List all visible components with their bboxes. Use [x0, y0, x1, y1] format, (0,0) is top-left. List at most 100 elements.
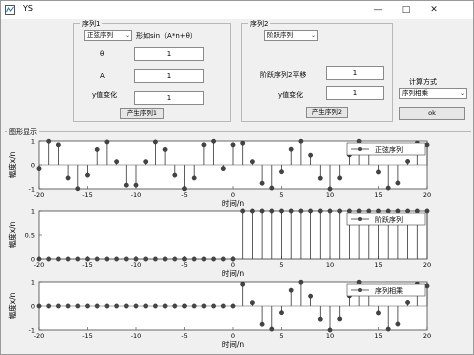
stem-marker [279, 169, 284, 175]
stem-marker [240, 281, 246, 287]
stem-marker [259, 208, 265, 214]
stem-marker [308, 293, 313, 299]
x-tick-label: 5 [279, 261, 283, 269]
x-tick-label: -10 [131, 332, 142, 340]
x-tick-label: -20 [34, 191, 45, 199]
stem-marker [298, 208, 304, 214]
stem-marker [385, 208, 391, 214]
stem-marker [46, 138, 52, 144]
stem-marker [424, 142, 430, 148]
stem-marker [288, 146, 294, 152]
x-tick-label: 20 [423, 332, 431, 340]
theta-label: θ [100, 50, 105, 58]
stem-marker [279, 310, 284, 316]
y-tick-label: 1 [31, 279, 35, 287]
seq2-y-label: y值变化 [278, 91, 304, 99]
stem-marker [376, 169, 381, 175]
close-icon[interactable]: ✕ [421, 2, 447, 18]
shift-field[interactable]: 1 [326, 66, 384, 80]
stem-marker [308, 152, 313, 158]
x-tick-label: 0 [231, 261, 235, 269]
seq2-type-select[interactable]: 阶跃序列 ⌄ [264, 30, 318, 41]
x-tick-label: -20 [34, 261, 45, 269]
stem-marker [230, 142, 236, 148]
seq1-type-value: 正弦序列 [87, 31, 113, 39]
generate-seq2-button[interactable]: 产生序列2 [306, 107, 348, 118]
stem-marker [424, 283, 430, 289]
generate-seq1-button[interactable]: 产生序列1 [120, 108, 164, 119]
y-axis-label: 幅度x/n [7, 292, 17, 319]
y-axis-label: 幅度x/n [7, 221, 17, 248]
stem-marker [288, 287, 294, 293]
stem-marker [65, 175, 71, 181]
stem-marker [259, 180, 265, 186]
title-bar[interactable]: YS — □ ✕ [1, 1, 473, 19]
legend-label: 序列相乘 [375, 286, 403, 295]
x-tick-label: 0 [231, 191, 235, 199]
stem-marker [308, 208, 313, 214]
stem-marker [36, 166, 42, 171]
theta-field[interactable]: 1 [134, 47, 204, 61]
stem-marker [104, 139, 110, 145]
x-tick-label: -5 [181, 191, 187, 199]
y-tick-label: 1 [31, 138, 35, 146]
stem-marker [327, 208, 333, 214]
stem-marker [424, 208, 430, 214]
x-tick-label: -5 [181, 332, 187, 340]
stem-marker [211, 138, 217, 144]
stem-marker [405, 299, 410, 305]
stem-marker [337, 175, 343, 181]
chevron-down-icon: ⌄ [124, 32, 130, 39]
stem-marker [376, 310, 381, 316]
ok-button[interactable]: ok [399, 107, 465, 120]
stem-marker [317, 316, 323, 322]
stem-marker [259, 321, 265, 327]
seq1-type-select[interactable]: 正弦序列 ⌄ [84, 30, 132, 41]
stem-marker [249, 208, 255, 214]
legend-marker [358, 288, 362, 292]
x-tick-label: 15 [374, 261, 382, 269]
chevron-down-icon: ⌄ [459, 90, 465, 97]
stem-marker [249, 300, 255, 306]
legend-marker [358, 147, 362, 151]
legend-marker [358, 217, 362, 221]
seq1-y-field[interactable]: 1 [134, 91, 204, 105]
a-field[interactable]: 1 [134, 69, 204, 83]
stem-marker [395, 180, 401, 186]
stem-marker [405, 158, 410, 164]
stem-marker [114, 159, 120, 165]
stem-marker [143, 159, 149, 165]
stem-marker [201, 142, 207, 148]
app-window: YS — □ ✕ 序列1 正弦序列 ⌄ 形如sin（A*n+θ） θ 1 A 1… [0, 0, 474, 355]
stem-marker [376, 208, 381, 214]
stem-marker [327, 327, 333, 333]
stem-marker [133, 182, 139, 188]
x-tick-label: 5 [279, 191, 283, 199]
x-tick-label: -15 [82, 261, 93, 269]
chevron-down-icon: ⌄ [310, 32, 316, 39]
seq1-panel: 序列1 正弦序列 ⌄ 形如sin（A*n+θ） θ 1 A 1 y值变化 1 产… [73, 19, 231, 122]
x-tick-label: -10 [131, 191, 142, 199]
stem-marker [327, 186, 333, 192]
stem-marker [385, 185, 391, 191]
stem-marker [269, 185, 275, 191]
x-tick-label: -15 [82, 332, 93, 340]
seq2-y-field[interactable]: 1 [326, 86, 384, 100]
minimize-icon[interactable]: — [365, 2, 391, 18]
stem-marker [337, 208, 343, 214]
stem-marker [385, 326, 391, 332]
window-title: YS [23, 4, 33, 13]
stem-marker [249, 159, 255, 165]
x-tick-label: -10 [131, 261, 142, 269]
x-axis-label: 时间/n [222, 198, 245, 208]
seq1-y-label: y值变化 [92, 91, 118, 99]
stem-marker [56, 142, 61, 148]
stem-marker [356, 208, 362, 214]
x-tick-label: 0 [231, 332, 235, 340]
x-tick-label: 10 [326, 191, 334, 199]
seq2-panel: 序列2 阶跃序列 ⌄ 阶跃序列2平移 1 y值变化 1 产生序列2 [241, 19, 393, 122]
maximize-icon[interactable]: □ [393, 2, 419, 18]
compute-select[interactable]: 序列相乘 ⌄ [399, 88, 467, 99]
compute-label: 计算方式 [409, 78, 437, 86]
x-tick-label: 10 [326, 332, 334, 340]
